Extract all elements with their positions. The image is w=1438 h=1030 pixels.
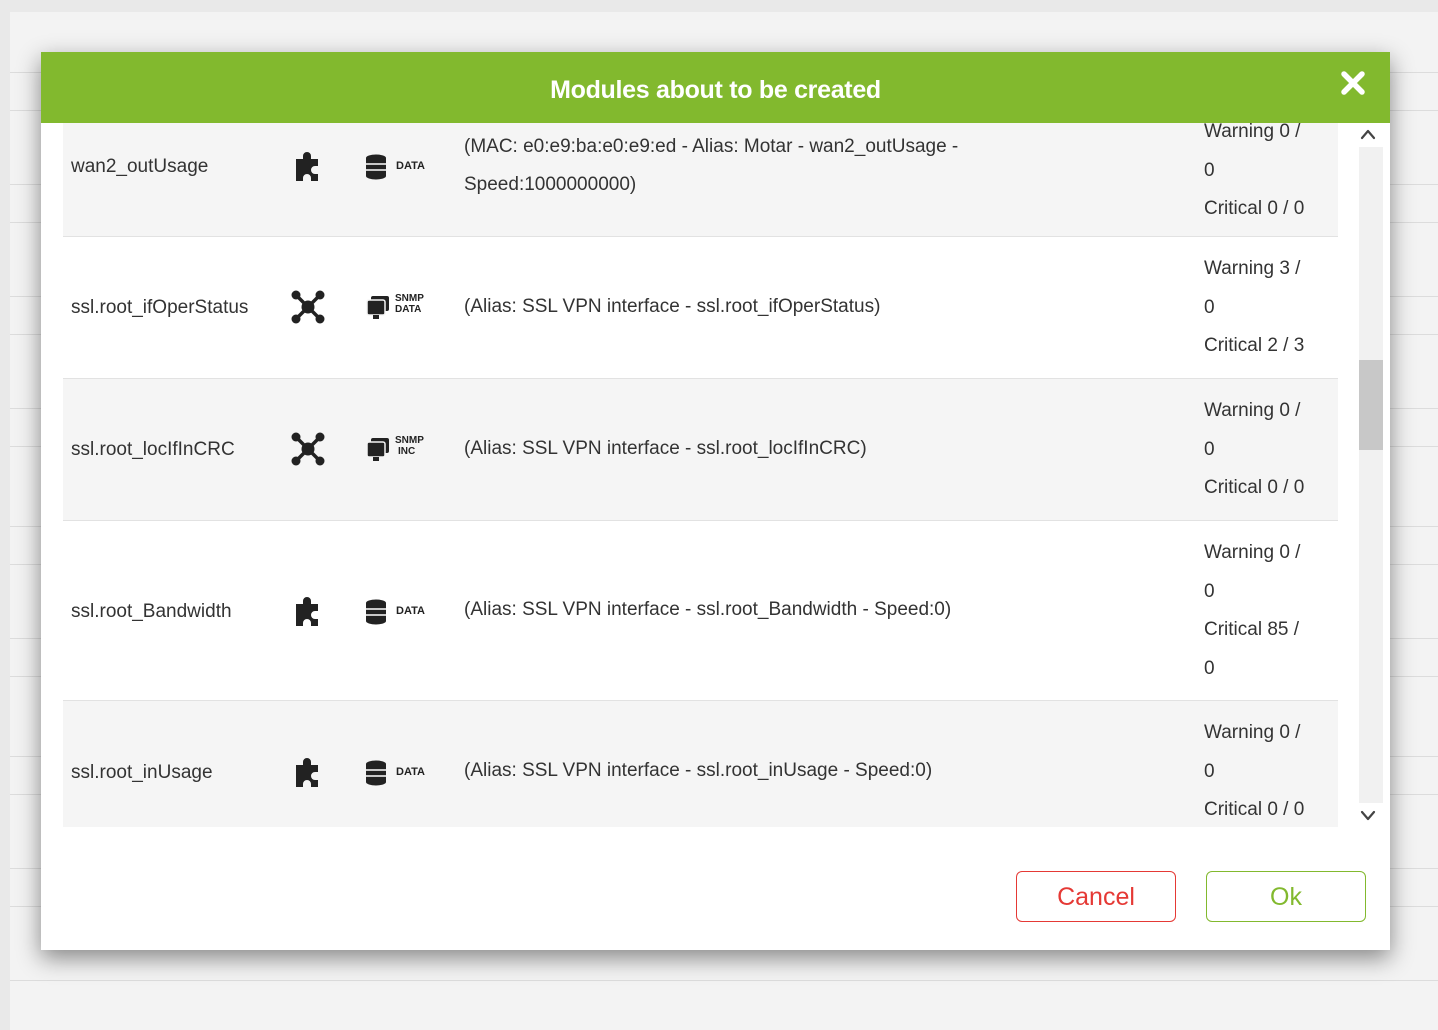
- dialog-title: Modules about to be created: [550, 76, 881, 104]
- list-item: ssl.root_inUsage DATA (Alias: SSL VPN in…: [63, 701, 1338, 827]
- module-thresholds: Warning 0 / 0 Critical 0 / 0: [1204, 392, 1334, 508]
- module-thresholds: Warning 0 / 0 Critical 85 / 0: [1204, 534, 1334, 688]
- data-database-icon: DATA: [365, 597, 435, 627]
- module-description: (Alias: SSL VPN interface - ssl.root_loc…: [464, 438, 867, 459]
- ok-button[interactable]: Ok: [1206, 871, 1366, 922]
- kind-label: DATA: [396, 766, 425, 778]
- module-name: ssl.root_ifOperStatus: [71, 297, 249, 318]
- plugin-puzzle-icon: [291, 150, 325, 184]
- cancel-button[interactable]: Cancel: [1016, 871, 1176, 922]
- modules-list[interactable]: wan2_outUsage DATA (MAC: e0:e9:ba:e0:e9:…: [63, 123, 1338, 827]
- close-icon[interactable]: [1338, 68, 1368, 98]
- data-database-icon: DATA: [365, 152, 435, 182]
- module-name: wan2_outUsage: [71, 156, 209, 177]
- network-node-icon: [291, 290, 325, 324]
- module-thresholds: Warning 0 / 0 Critical 0 / 0: [1204, 714, 1334, 827]
- threshold-line: Critical 0 / 0: [1204, 477, 1305, 498]
- network-node-icon: [291, 432, 325, 466]
- kind-label-bottom: INC: [398, 446, 416, 457]
- list-item: ssl.root_locIfInCRC SNMP INC (Alias: SSL…: [63, 379, 1338, 521]
- threshold-line: 0: [1204, 296, 1215, 318]
- threshold-line: Critical 2 / 3: [1204, 335, 1305, 356]
- kind-label-top: SNMP: [395, 435, 424, 446]
- list-item: ssl.root_ifOperStatus SNMP DATA (Alias: …: [63, 237, 1338, 379]
- snmp-data-icon: SNMP DATA: [365, 293, 435, 323]
- threshold-line: 0: [1204, 657, 1215, 679]
- dialog-header: Modules about to be created: [41, 52, 1390, 123]
- kind-label-top: SNMP: [395, 293, 424, 304]
- kind-label-bottom: DATA: [395, 304, 422, 315]
- scroll-up-icon[interactable]: [1353, 123, 1383, 147]
- background-divider: [10, 980, 1438, 981]
- module-name: ssl.root_inUsage: [71, 762, 213, 783]
- threshold-line: Warning 0 /: [1204, 123, 1301, 142]
- module-thresholds: Warning 0 / 0 Critical 0 / 0: [1204, 123, 1334, 229]
- threshold-line: 0: [1204, 580, 1215, 602]
- threshold-line: Critical 0 / 0: [1204, 799, 1305, 820]
- module-description: (Alias: SSL VPN interface - ssl.root_inU…: [464, 760, 933, 781]
- threshold-line: Warning 0 /: [1204, 542, 1301, 563]
- kind-label: DATA: [396, 605, 425, 617]
- kind-label: DATA: [396, 160, 425, 172]
- module-description: (Alias: SSL VPN interface - ssl.root_ifO…: [464, 296, 881, 317]
- threshold-line: 0: [1204, 760, 1215, 782]
- plugin-puzzle-icon: [291, 756, 325, 790]
- threshold-line: Critical 85 /: [1204, 619, 1300, 640]
- module-thresholds: Warning 3 / 0 Critical 2 / 3: [1204, 250, 1334, 366]
- threshold-line: Warning 3 /: [1204, 258, 1301, 279]
- data-database-icon: DATA: [365, 758, 435, 788]
- list-scrollbar[interactable]: [1353, 123, 1383, 827]
- threshold-line: Warning 0 /: [1204, 400, 1301, 421]
- snmp-inc-icon: SNMP INC: [365, 435, 435, 465]
- module-name: ssl.root_locIfInCRC: [71, 439, 235, 460]
- list-item: wan2_outUsage DATA (MAC: e0:e9:ba:e0:e9:…: [63, 123, 1338, 237]
- threshold-line: 0: [1204, 438, 1215, 460]
- scroll-thumb[interactable]: [1359, 360, 1383, 450]
- modules-dialog: Modules about to be created wan2_outUsag…: [41, 52, 1390, 950]
- module-name: ssl.root_Bandwidth: [71, 601, 232, 622]
- module-description: (MAC: e0:e9:ba:e0:e9:ed - Alias: Motar -…: [464, 136, 959, 195]
- threshold-line: Warning 0 /: [1204, 722, 1301, 743]
- list-item: ssl.root_Bandwidth DATA (Alias: SSL VPN …: [63, 521, 1338, 701]
- module-description: (Alias: SSL VPN interface - ssl.root_Ban…: [464, 599, 952, 620]
- scroll-down-icon[interactable]: [1353, 803, 1383, 827]
- scroll-track[interactable]: [1359, 147, 1383, 803]
- threshold-line: 0: [1204, 159, 1215, 181]
- threshold-line: Critical 0 / 0: [1204, 198, 1305, 219]
- plugin-puzzle-icon: [291, 595, 325, 629]
